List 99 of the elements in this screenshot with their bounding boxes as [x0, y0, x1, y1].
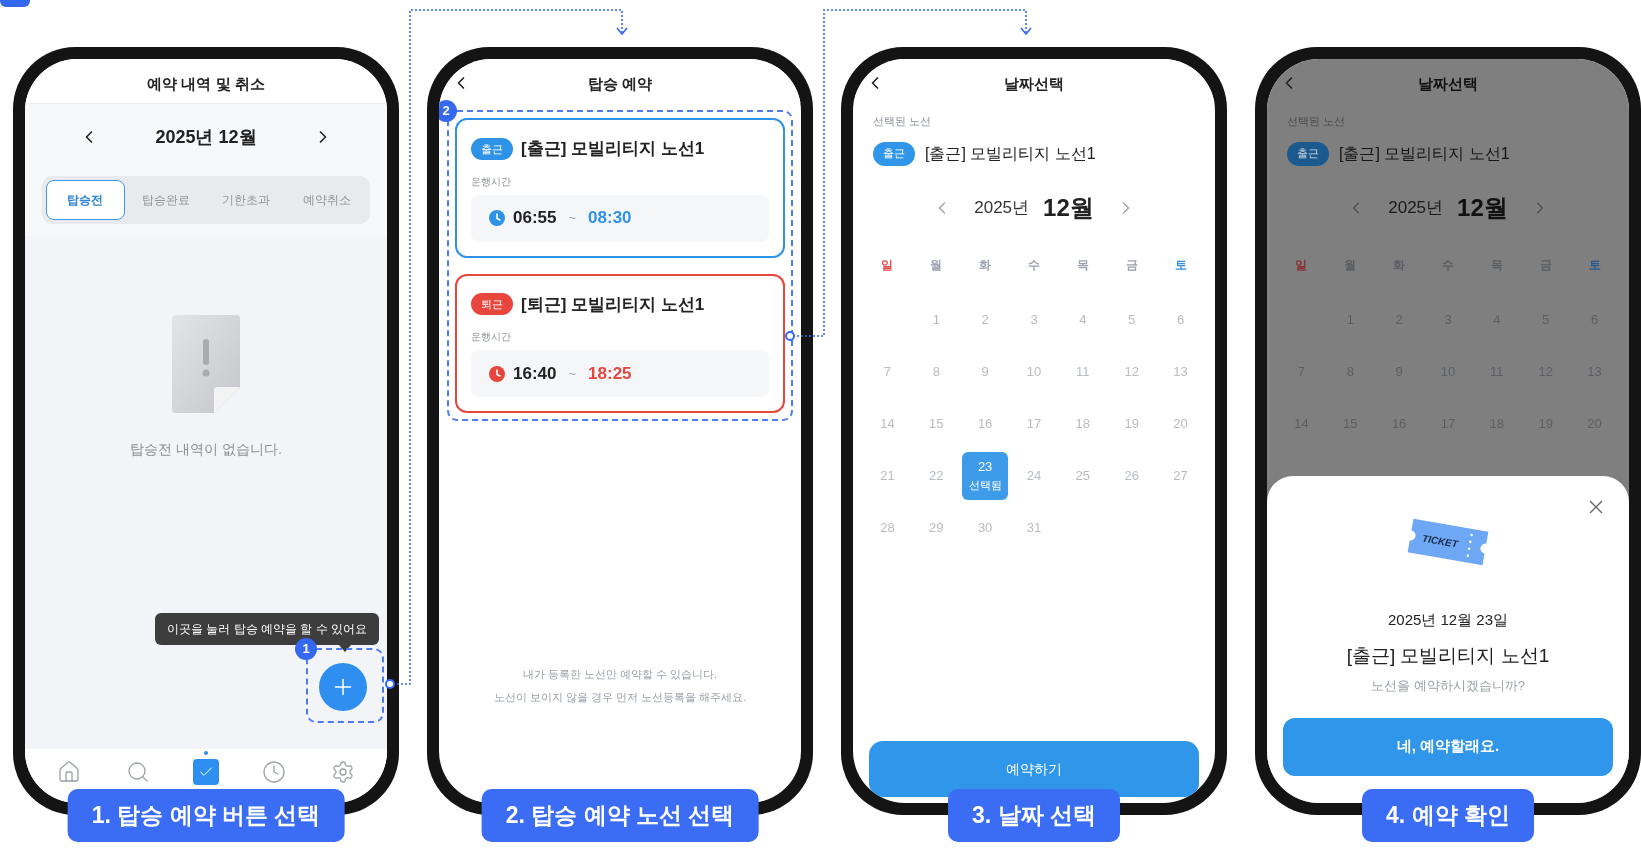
weekday-label: 일 [1295, 256, 1308, 274]
calendar-day[interactable]: 12 [1124, 361, 1139, 382]
calendar-day[interactable]: 11 [1076, 361, 1090, 382]
confirm-question: 노선을 예약하시겠습니까? [1371, 677, 1525, 695]
tooltip: 이곳을 눌러 탑승 예약을 할 수 있어요 [155, 613, 379, 645]
empty-document-icon [172, 315, 240, 413]
weekday-label: 목 [1076, 256, 1089, 274]
empty-message: 탑승전 내역이 없습니다. [130, 440, 282, 459]
weekday-label: 화 [979, 256, 992, 274]
clock-icon [489, 210, 505, 226]
weekday-label: 수 [1028, 256, 1040, 274]
search-icon[interactable] [125, 760, 150, 784]
calendar-day[interactable]: 10 [1026, 361, 1042, 382]
tab[interactable]: 탑승전 [46, 180, 125, 220]
section-label: 선택된 노선 [873, 114, 933, 129]
calendar-day[interactable]: 9 [981, 361, 989, 382]
notice-text: 노선이 보이지 않을 경우 먼저 노선등록을 해주세요. [493, 689, 747, 705]
step-label: 4. 예약 확인 [1362, 789, 1534, 842]
screen-title: 날짜선택 [1004, 73, 1064, 94]
month-label: 12월 [1043, 192, 1094, 223]
calendar-day[interactable]: 16 [977, 413, 993, 434]
step-marker: 2 [439, 100, 457, 122]
calendar-day[interactable]: 20 [1173, 413, 1188, 434]
reservation-date: 2025년 12월 23일 [1387, 610, 1509, 630]
calendar-day[interactable]: 31 [1026, 517, 1042, 538]
route-name: [퇴근] 모빌리티지 노선1 [521, 293, 705, 316]
screen-title: 탑승 예약 [587, 73, 653, 94]
year-label: 2025년 [974, 196, 1030, 219]
route-tag: 출근 [873, 141, 915, 166]
calendar-day[interactable]: 28 [880, 517, 895, 538]
calendar-day[interactable]: 29 [929, 517, 944, 538]
weekday-label: 토 [1588, 256, 1601, 274]
calendar-day[interactable]: 14 [880, 413, 895, 434]
calendar-day[interactable]: 25 [1075, 465, 1091, 486]
weekday-label: 월 [930, 256, 943, 274]
time-separator: ~ [568, 364, 577, 383]
calendar-day[interactable]: 3 [1030, 309, 1038, 330]
selected-note: 선택됨 [968, 477, 1002, 493]
calendar-day[interactable]: 7 [883, 361, 892, 382]
calendar-day[interactable]: 1 [932, 309, 940, 330]
weekday-label: 일 [881, 256, 894, 274]
route-tag: 출근 [1287, 141, 1329, 166]
step-label: 3. 날짜 선택 [948, 789, 1120, 842]
calendar-day[interactable]: 5 [1128, 309, 1136, 330]
calendar-day[interactable]: 6 [1176, 309, 1185, 330]
calendar-day[interactable]: 22 [929, 465, 944, 486]
calendar-day[interactable]: 18 [1075, 413, 1091, 434]
weekday-label: 금 [1125, 256, 1138, 274]
route-name: [출근] 모빌리티지 노선1 [1339, 143, 1510, 164]
calendar-day[interactable]: 8 [932, 361, 940, 382]
calendar-day[interactable]: 15 [929, 413, 944, 434]
route-tag: 퇴근 [471, 293, 513, 316]
screen-title: 예약 내역 및 취소 [147, 73, 265, 94]
selected-day[interactable]: 23 선택됨 [962, 451, 1009, 500]
weekday-label: 토 [1174, 256, 1187, 274]
calendar-day[interactable]: 2 [981, 309, 989, 330]
end-time: 08:30 [588, 207, 632, 230]
route-card[interactable]: 퇴근 [퇴근] 모빌리티지 노선1 운행시간 16:40 ~ 18:25 [455, 273, 785, 413]
end-time: 18:25 [588, 362, 632, 385]
clock-icon[interactable] [262, 760, 287, 784]
time-label: 운행시간 [471, 174, 512, 189]
tab[interactable]: 예약취소 [287, 180, 366, 220]
route-name: [출근] 모빌리티지 노선1 [1346, 643, 1550, 668]
notice-text: 내가 등록한 노선만 예약할 수 있습니다. [522, 667, 718, 682]
time-separator: ~ [568, 209, 577, 228]
calendar-day[interactable]: 26 [1124, 465, 1139, 486]
calendar-day[interactable]: 17 [1026, 413, 1042, 434]
route-name: [출근] 모빌리티지 노선1 [521, 138, 705, 160]
add-button[interactable] [319, 663, 367, 711]
nav-item[interactable] [192, 759, 219, 785]
calendar-day[interactable]: 13 [1173, 361, 1188, 382]
tooltip-pointer [339, 645, 351, 652]
calendar-day[interactable]: 27 [1173, 465, 1188, 486]
calendar-day[interactable]: 4 [1079, 309, 1087, 330]
settings-icon[interactable] [330, 760, 355, 784]
route-card[interactable]: 출근 [출근] 모빌리티지 노선1 운행시간 06:55 ~ 08:30 [455, 118, 785, 258]
month-label: 2025년 12월 [155, 125, 257, 149]
month-label: 12월 [1457, 192, 1508, 223]
reserve-button[interactable]: 예약하기 [869, 741, 1199, 797]
route-name: [출근] 모빌리티지 노선1 [925, 143, 1096, 164]
year-label: 2025년 [1388, 196, 1444, 219]
start-time: 16:40 [513, 362, 557, 385]
tab[interactable]: 기한초과 [207, 180, 286, 220]
screen-title: 날짜선택 [1418, 73, 1478, 94]
tab[interactable]: 탑승완료 [126, 180, 205, 220]
step-label: 1. 탑승 예약 버튼 선택 [67, 789, 345, 842]
time-label: 운행시간 [471, 330, 512, 344]
calendar-day[interactable]: 19 [1124, 413, 1139, 434]
step-marker: 1 [295, 638, 317, 660]
step-label: 2. 탑승 예약 노선 선택 [481, 789, 759, 842]
route-tag: 출근 [471, 137, 513, 160]
confirm-button[interactable]: 네, 예약할래요. [1283, 717, 1613, 776]
start-time: 06:55 [513, 207, 557, 230]
calendar-day[interactable]: 21 [880, 465, 895, 486]
clock-icon [489, 365, 505, 382]
calendar-day[interactable]: 30 [977, 517, 993, 538]
day-number: 23 [977, 457, 993, 476]
calendar-day[interactable]: 24 [1026, 465, 1042, 486]
home-icon[interactable] [57, 760, 82, 784]
